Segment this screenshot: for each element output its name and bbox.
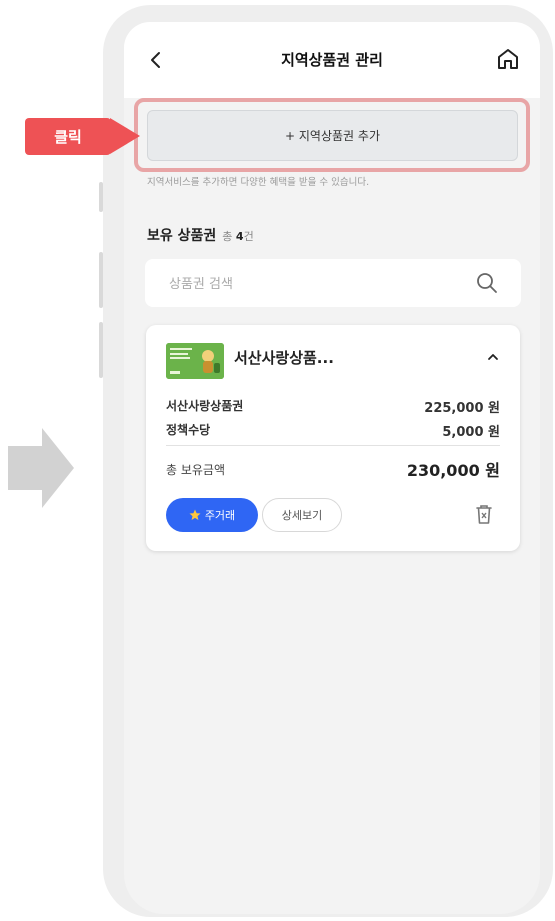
phone-side-button	[99, 182, 103, 212]
voucher-item-amount: 5,000 원	[442, 425, 500, 440]
voucher-card-name: 서산사랑상품...	[234, 349, 334, 367]
voucher-item-amount: 225,000 원	[424, 401, 500, 416]
voucher-item-label: 서산사랑상품권	[166, 399, 244, 413]
click-annotation-arrow	[110, 118, 140, 154]
home-icon[interactable]	[494, 45, 522, 73]
holdings-title: 보유 상품권	[147, 228, 217, 244]
voucher-card: 서산사랑상품... 서산사랑상품권 225,000 원 정책수당 5,000 원…	[146, 325, 520, 551]
phone-side-button	[99, 252, 103, 308]
divider	[166, 445, 500, 446]
star-icon	[189, 509, 201, 520]
voucher-card-image-icon	[166, 343, 224, 379]
holdings-count-value: 4	[235, 230, 244, 243]
total-amount: 230,000 원	[406, 461, 500, 480]
arrow-right-icon	[8, 428, 74, 508]
holdings-count-suffix: 건	[243, 230, 254, 243]
search-input[interactable]	[167, 271, 471, 297]
holdings-section-title: 보유 상품권 총 4건	[147, 225, 254, 245]
add-voucher-button[interactable]: + 지역상품권 추가	[147, 110, 518, 161]
trash-icon[interactable]	[474, 503, 494, 525]
total-label: 총 보유금액	[166, 462, 226, 477]
total-row: 총 보유금액 230,000 원	[166, 457, 500, 481]
favorite-label: 주거래	[204, 509, 236, 522]
holdings-count: 총 4건	[222, 230, 253, 243]
detail-button[interactable]: 상세보기	[262, 498, 342, 532]
favorite-button[interactable]: 주거래	[166, 498, 258, 532]
app-header: 지역상품권 관리	[124, 22, 540, 98]
voucher-item-row: 정책수당 5,000 원	[166, 421, 500, 440]
page-title: 지역상품권 관리	[281, 51, 383, 69]
voucher-item-row: 서산사랑상품권 225,000 원	[166, 397, 500, 416]
phone-side-button	[99, 322, 103, 378]
click-annotation-label: 클릭	[25, 118, 111, 155]
search-icon[interactable]	[475, 271, 499, 295]
add-voucher-notice: 지역서비스를 추가하면 다양한 혜택을 받을 수 있습니다.	[147, 177, 370, 188]
voucher-thumbnail	[166, 343, 224, 379]
holdings-count-prefix: 총	[222, 230, 233, 243]
voucher-item-label: 정책수당	[166, 423, 211, 437]
search-bar	[145, 259, 521, 307]
chevron-up-icon[interactable]	[486, 352, 500, 362]
